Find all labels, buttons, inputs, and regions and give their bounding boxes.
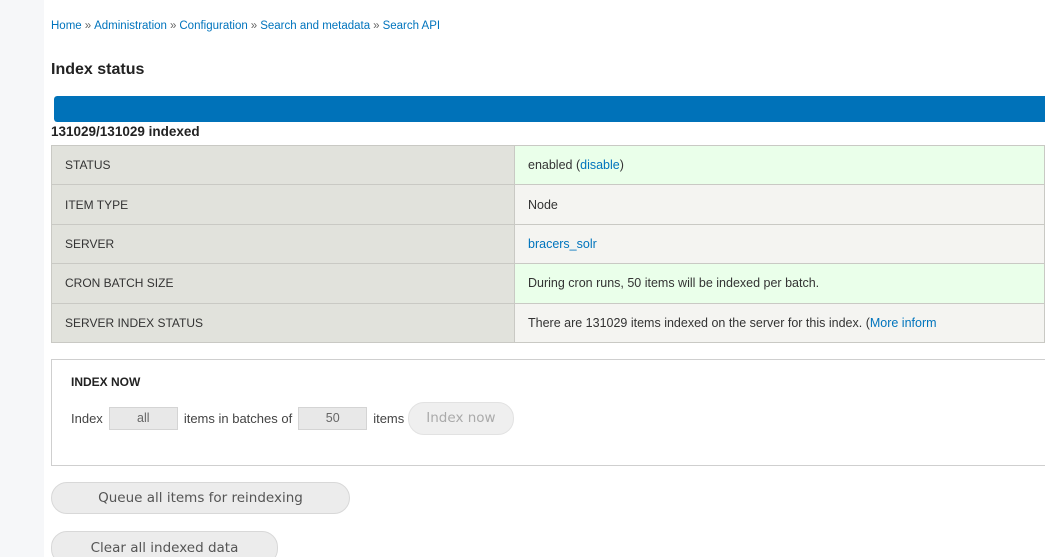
breadcrumb-search-api-link[interactable]: Search API — [383, 20, 441, 32]
breadcrumb-separator: » — [250, 20, 258, 32]
index-progress-text: 131029/131029 indexed — [51, 124, 200, 139]
breadcrumb: Home» Administration» Configuration» Search… — [51, 20, 440, 32]
page-title: Index status — [51, 61, 145, 78]
status-value-suffix: ) — [619, 158, 624, 173]
batches-label: items in batches of — [183, 410, 293, 426]
batch-size-input[interactable] — [298, 406, 368, 430]
status-value: enabled (disable) — [514, 144, 1045, 186]
index-info-table: STATUS enabled (disable) ITEM TYPE Node … — [51, 144, 1045, 343]
breadcrumb-separator: » — [84, 20, 92, 32]
status-label: STATUS — [51, 144, 515, 186]
index-progress-bar — [54, 96, 1045, 122]
table-row-server: SERVER bracers_solr — [51, 223, 1045, 265]
server-link[interactable]: bracers_solr — [528, 237, 597, 251]
queue-reindex-button[interactable]: Queue all items for reindexing — [51, 482, 350, 514]
index-now-row: Index items in batches of items Index no… — [71, 401, 514, 435]
breadcrumb-home-link[interactable]: Home — [51, 20, 82, 32]
server-value: bracers_solr — [514, 223, 1045, 265]
content-page: Home» Administration» Configuration» Search… — [44, 0, 1045, 557]
status-value-prefix: enabled ( — [528, 158, 581, 173]
breadcrumb-separator: » — [373, 20, 380, 32]
clear-indexed-data-button[interactable]: Clear all indexed data — [51, 531, 278, 557]
server-index-status-text: There are 131029 items indexed on the se… — [528, 315, 870, 330]
server-label: SERVER — [51, 223, 515, 265]
table-row-cron-batch-size: CRON BATCH SIZE During cron runs, 50 ite… — [51, 263, 1045, 304]
more-information-link[interactable]: More inform — [870, 316, 937, 330]
table-row-status: STATUS enabled (disable) — [51, 144, 1045, 186]
breadcrumb-separator: » — [169, 20, 177, 32]
breadcrumb-configuration-link[interactable]: Configuration — [179, 20, 247, 32]
table-row-item-type: ITEM TYPE Node — [51, 184, 1045, 225]
index-label: Index — [71, 410, 103, 426]
table-row-server-index-status: SERVER INDEX STATUS There are 131029 ite… — [51, 302, 1045, 343]
server-index-status-value: There are 131029 items indexed on the se… — [514, 302, 1045, 343]
item-type-value: Node — [514, 184, 1045, 225]
items-label: items — [373, 410, 405, 426]
item-type-label: ITEM TYPE — [51, 184, 515, 225]
disable-link[interactable]: disable — [580, 158, 620, 172]
breadcrumb-search-metadata-link[interactable]: Search and metadata — [260, 20, 370, 32]
index-now-fieldset: INDEX NOW Index items in batches of item… — [51, 359, 1045, 466]
breadcrumb-administration-link[interactable]: Administration — [94, 20, 167, 32]
index-now-button[interactable]: Index now — [408, 401, 514, 435]
server-index-status-label: SERVER INDEX STATUS — [51, 302, 515, 343]
cron-batch-size-value: During cron runs, 50 items will be index… — [514, 263, 1045, 304]
cron-batch-size-label: CRON BATCH SIZE — [51, 263, 515, 304]
index-now-legend: INDEX NOW — [71, 375, 141, 389]
index-limit-input[interactable] — [108, 406, 178, 430]
index-progress-fill — [54, 96, 1045, 122]
